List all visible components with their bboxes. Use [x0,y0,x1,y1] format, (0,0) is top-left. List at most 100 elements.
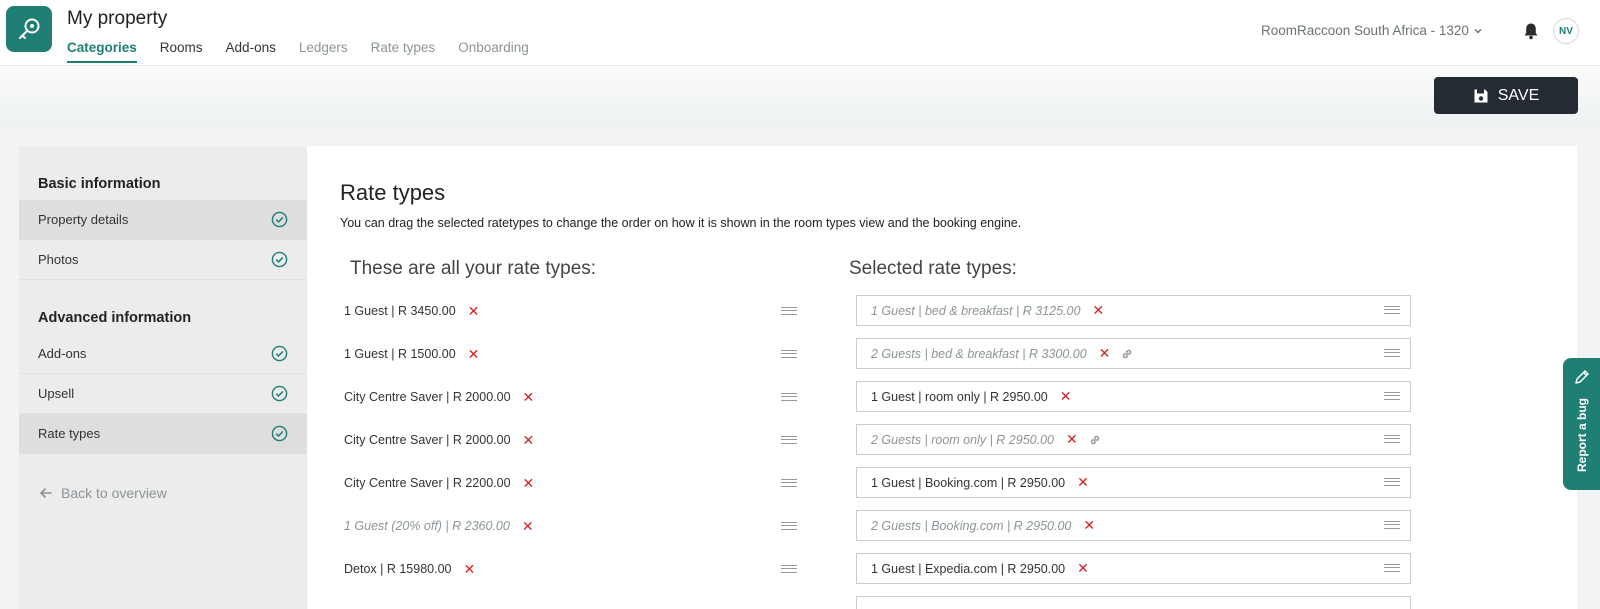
link-icon[interactable] [1088,433,1102,447]
arrow-left-icon [39,487,52,499]
back-to-overview-link[interactable]: Back to overview [39,485,167,501]
drag-handle-icon[interactable] [781,522,797,530]
delete-icon[interactable]: ✕ [523,389,535,406]
drag-handle-icon[interactable] [1384,564,1400,572]
delete-icon[interactable]: ✕ [463,561,475,578]
rate-label: City Centre Saver | R 2000.00 [344,390,511,404]
sidebar-item-label: Add-ons [38,346,87,361]
selected-rate-item[interactable]: 1 Guest | bed & breakfast | R 3125.00 ✕ [856,295,1411,326]
sidebar-item-photos[interactable]: Photos [19,240,307,280]
delete-icon[interactable]: ✕ [1060,388,1072,405]
check-circle-icon [271,385,288,402]
rate-label: 1 Guest | room only | R 2950.00 [871,389,1048,404]
rate-label: Detox | R 15980.00 [344,562,452,576]
delete-icon[interactable]: ✕ [468,346,480,363]
delete-icon[interactable]: ✕ [1066,431,1078,448]
delete-icon[interactable]: ✕ [1077,474,1089,491]
delete-icon[interactable]: ✕ [468,303,480,320]
nav-tabs: Categories Rooms Add-ons Ledgers Rate ty… [67,40,552,63]
list-item[interactable]: Detox | R 15980.00 ✕ [344,554,814,584]
tab-rooms[interactable]: Rooms [160,40,203,63]
drag-handle-icon[interactable] [781,479,797,487]
list-item[interactable]: 1 Guest | R 3450.00 ✕ [344,296,814,326]
drag-handle-icon[interactable] [1384,435,1400,443]
selected-rate-item[interactable]: 1 Guest | Booking.com | R 2950.00 ✕ [856,467,1411,498]
list-item[interactable]: City Centre Saver | R 2200.00 ✕ [344,468,814,498]
drag-handle-icon[interactable] [781,436,797,444]
link-icon[interactable] [1120,347,1134,361]
pencil-icon [1574,370,1589,384]
avatar[interactable]: NV [1553,18,1579,44]
report-bug-tab[interactable]: Report a bug [1563,358,1600,490]
selected-rate-item[interactable]: 2 Guests | room only | R 2950.00 ✕ [856,424,1411,455]
tab-categories[interactable]: Categories [67,40,137,63]
app-logo[interactable] [6,6,52,52]
delete-icon[interactable]: ✕ [1099,345,1111,362]
rate-label: 1 Guest | R 1500.00 [344,347,456,361]
sidebar-item-label: Photos [38,252,79,267]
selected-rate-item[interactable]: 2 Guests | bed & breakfast | R 3300.00 ✕ [856,338,1411,369]
rate-label: 1 Guest | Booking.com | R 2950.00 [871,475,1066,490]
sidebar-item-add-ons[interactable]: Add-ons [19,334,307,374]
sidebar: Basic information Property details Photo… [19,146,307,609]
page-title: My property [67,8,168,29]
drag-handle-icon[interactable] [1384,392,1400,400]
save-label: SAVE [1497,86,1540,104]
delete-icon[interactable]: ✕ [522,518,534,535]
drag-handle-icon[interactable] [781,393,797,401]
rate-label: 2 Guests | room only | R 2950.00 [871,432,1054,447]
rate-label: City Centre Saver | R 2000.00 [344,433,511,447]
list-item[interactable]: 1 Guest (20% off) | R 2360.00 ✕ [344,511,814,541]
sidebar-item-label: Property details [38,212,129,227]
rate-types-panel: Rate types You can drag the selected rat… [307,146,1577,609]
tab-ledgers[interactable]: Ledgers [299,40,348,63]
tab-rate-types[interactable]: Rate types [371,40,436,63]
check-circle-icon [271,251,288,268]
sidebar-item-label: Upsell [38,386,75,401]
sidebar-item-upsell[interactable]: Upsell [19,374,307,414]
floppy-disk-icon [1474,89,1488,102]
rate-label: 1 Guest | bed & breakfast | R 3125.00 [871,303,1081,318]
sidebar-item-label: Rate types [38,426,101,441]
drag-handle-icon[interactable] [1384,349,1400,357]
top-header: My property Categories Rooms Add-ons Led… [0,0,1600,66]
selected-rates-heading: Selected rate types: [849,258,1017,279]
delete-icon[interactable]: ✕ [523,475,535,492]
sidebar-item-rate-types[interactable]: Rate types [19,414,307,454]
rate-label: City Centre Saver | R 2200.00 [344,476,511,490]
drag-handle-icon[interactable] [781,350,797,358]
bell-icon[interactable] [1520,20,1542,42]
account-switcher[interactable]: RoomRaccoon South Africa - 1320 [1261,23,1483,38]
rate-label: 1 Guest (20% off) | R 2360.00 [344,519,510,533]
delete-icon[interactable]: ✕ [523,432,535,449]
advanced-info-heading: Advanced information [38,310,192,326]
delete-icon[interactable]: ✕ [1092,302,1104,319]
drag-handle-icon[interactable] [1384,306,1400,314]
sidebar-item-property-details[interactable]: Property details [19,200,307,240]
drag-handle-icon[interactable] [781,565,797,573]
list-item[interactable]: City Centre Saver | R 2000.00 ✕ [344,382,814,412]
account-name: RoomRaccoon South Africa - 1320 [1261,23,1469,38]
rate-label: 2 Guests | bed & breakfast | R 3300.00 [871,346,1087,361]
selected-rate-item[interactable]: 1 Guest | room only | R 2950.00 ✕ [856,381,1411,412]
delete-icon[interactable]: ✕ [1083,517,1095,534]
drag-handle-icon[interactable] [781,307,797,315]
selected-rate-item[interactable] [856,596,1411,609]
selected-rate-item[interactable]: 2 Guests | Booking.com | R 2950.00 ✕ [856,510,1411,541]
save-button[interactable]: SAVE [1434,77,1578,114]
drag-handle-icon[interactable] [1384,478,1400,486]
section-description: You can drag the selected ratetypes to c… [340,216,1022,230]
check-circle-icon [271,211,288,228]
tab-onboarding[interactable]: Onboarding [458,40,529,63]
key-icon [19,18,40,39]
rate-label: 1 Guest | R 3450.00 [344,304,456,318]
drag-handle-icon[interactable] [1384,521,1400,529]
rate-label: 1 Guest | Expedia.com | R 2950.00 [871,561,1066,576]
delete-icon[interactable]: ✕ [1077,560,1089,577]
selected-rate-item[interactable]: 1 Guest | Expedia.com | R 2950.00 ✕ [856,553,1411,584]
basic-info-heading: Basic information [38,176,161,192]
list-item[interactable]: 1 Guest | R 1500.00 ✕ [344,339,814,369]
tab-add-ons[interactable]: Add-ons [226,40,276,63]
list-item[interactable]: City Centre Saver | R 2000.00 ✕ [344,425,814,455]
check-circle-icon [271,425,288,442]
